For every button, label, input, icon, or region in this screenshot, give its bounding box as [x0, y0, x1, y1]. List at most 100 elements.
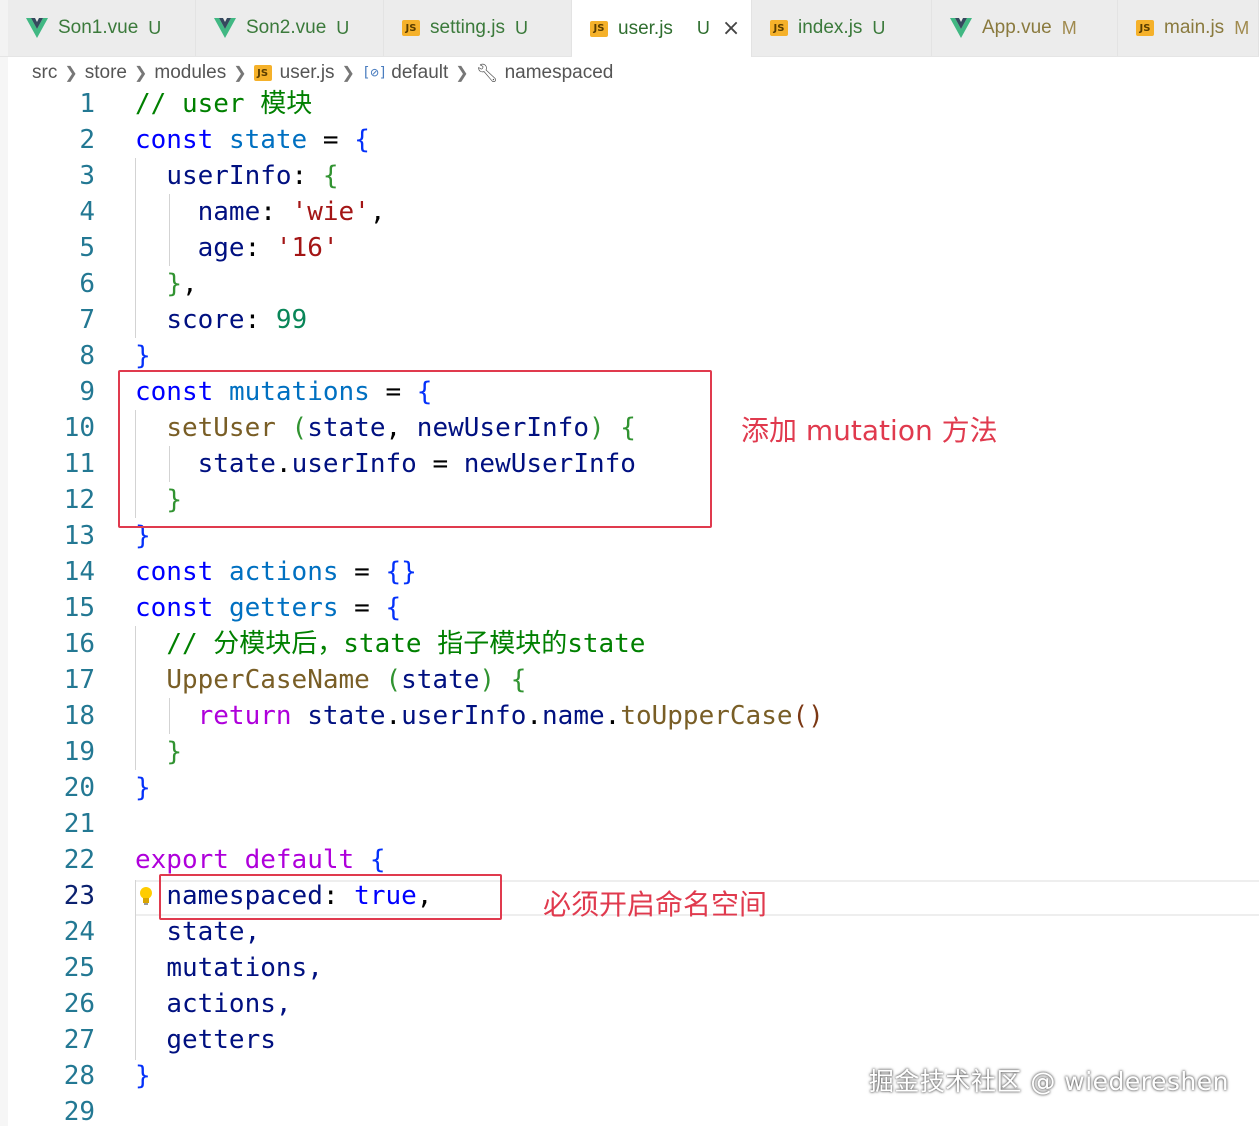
punctuation: .	[604, 701, 621, 731]
line-number: 19	[63, 737, 95, 767]
bracket: {	[369, 845, 386, 875]
punctuation: .	[526, 701, 543, 731]
code-line: 4 name: 'wie',	[0, 194, 1259, 230]
line-number: 17	[63, 665, 95, 695]
punctuation: :	[260, 197, 276, 227]
git-status-badge: U	[336, 17, 350, 38]
breadcrumb-file[interactable]: JS user.js	[253, 62, 335, 84]
breadcrumb: src ❯ store ❯ modules ❯ JS user.js ❯ [⊘]…	[32, 58, 613, 88]
code-line: 7 score: 99	[0, 302, 1259, 338]
tab-son2-vue[interactable]: Son2.vue U	[196, 0, 384, 56]
js-icon: JS	[253, 65, 272, 81]
line-number: 4	[79, 197, 95, 227]
tab-label: setting.js	[430, 17, 505, 38]
bracket: )	[479, 665, 496, 695]
line-number: 16	[63, 629, 95, 659]
git-status-badge: U	[872, 17, 886, 38]
code-line: 21	[0, 806, 1259, 842]
mutations-highlight-box	[118, 370, 712, 528]
line-number: 7	[79, 305, 95, 335]
punctuation: ,	[369, 197, 386, 227]
parameter: state	[401, 665, 480, 695]
line-number: 12	[63, 485, 95, 515]
property: name	[197, 197, 261, 227]
tab-app-vue[interactable]: App.vue M	[932, 0, 1118, 56]
line-number: 8	[79, 341, 95, 371]
code-line: 19 }	[0, 734, 1259, 770]
bracket: }	[166, 737, 182, 767]
code-line: 6 },	[0, 266, 1259, 302]
code-line: 1 // user 模块	[0, 86, 1259, 122]
chevron-right-icon: ❯	[455, 65, 469, 82]
code-line: 18 return state.userInfo.name.toUpperCas…	[0, 698, 1259, 734]
line-number: 24	[63, 917, 95, 947]
punctuation: :	[244, 233, 261, 263]
git-status-badge: M	[1061, 17, 1077, 38]
tab-index-js[interactable]: JS index.js U	[752, 0, 932, 56]
line-number: 22	[63, 845, 95, 875]
git-status-badge: U	[696, 18, 710, 38]
identifier: getters	[228, 593, 339, 623]
function-name: UpperCaseName	[166, 665, 370, 695]
line-number: 23	[63, 881, 95, 911]
namespaced-highlight-box	[159, 874, 502, 920]
breadcrumb-modules[interactable]: modules	[154, 62, 226, 84]
breadcrumb-src[interactable]: src	[32, 62, 57, 84]
watermark: 掘金技术社区 @ wiedereshen	[868, 1067, 1229, 1096]
comment: // 分模块后，state 指子模块的state	[166, 629, 646, 659]
property: userInfo	[401, 701, 527, 731]
identifier: actions,	[166, 989, 292, 1019]
tab-main-js[interactable]: JS main.js M	[1118, 0, 1259, 56]
code-line: 26 actions,	[0, 986, 1259, 1022]
identifier: actions	[228, 557, 339, 587]
bracket: ()	[792, 701, 824, 731]
code-line: 5 age: '16'	[0, 230, 1259, 266]
git-status-badge: U	[514, 17, 528, 38]
tab-label: App.vue	[982, 17, 1052, 38]
code-line: 20}	[0, 770, 1259, 806]
operator: =	[354, 557, 370, 587]
git-status-badge: U	[148, 17, 162, 38]
tab-label: Son2.vue	[246, 17, 327, 38]
code-line: 14 const actions = {}	[0, 554, 1259, 590]
breadcrumb-store[interactable]: store	[85, 62, 127, 84]
keyword: const	[135, 125, 214, 155]
code-line: 29	[0, 1094, 1259, 1130]
keyword: default	[244, 845, 355, 875]
line-number: 13	[63, 521, 95, 551]
code-line: 3 userInfo: {	[0, 158, 1259, 194]
breadcrumb-default[interactable]: [⊘] default	[362, 62, 448, 84]
tab-label: user.js	[618, 17, 673, 39]
line-number: 29	[63, 1097, 95, 1127]
lightbulb-icon[interactable]	[139, 886, 153, 910]
line-number: 28	[63, 1061, 95, 1091]
code-line: 2 const state = {	[0, 122, 1259, 158]
tab-setting-js[interactable]: JS setting.js U	[384, 0, 572, 56]
property: name	[542, 701, 605, 731]
operator: =	[322, 125, 339, 155]
property: age	[197, 233, 245, 263]
code-line: 16 // 分模块后，state 指子模块的state	[0, 626, 1259, 662]
line-number: 20	[63, 773, 95, 803]
vue-icon	[214, 18, 236, 38]
breadcrumb-default-label: default	[391, 62, 449, 83]
identifier: getters	[166, 1025, 276, 1055]
tab-user-js[interactable]: JS user.js U ×	[572, 0, 752, 57]
code-editor[interactable]: 1 // user 模块 2 const state = { 3 userInfo:…	[0, 86, 1259, 1127]
identifier: mutations,	[166, 953, 323, 983]
bracket: }	[166, 269, 182, 299]
tab-son1-vue[interactable]: Son1.vue U	[8, 0, 196, 56]
chevron-right-icon: ❯	[341, 65, 355, 82]
line-number: 1	[79, 89, 95, 119]
js-icon: JS	[590, 20, 608, 37]
close-icon[interactable]: ×	[722, 16, 740, 41]
breadcrumb-namespaced[interactable]: 🔧︎ namespaced	[476, 62, 614, 84]
git-status-badge: M	[1234, 17, 1250, 38]
chevron-right-icon: ❯	[133, 65, 148, 82]
line-number: 5	[79, 233, 95, 263]
breadcrumb-file-label: user.js	[279, 62, 335, 83]
keyword: return	[197, 701, 292, 731]
line-number: 18	[63, 701, 95, 731]
mutation-annotation: 添加 mutation 方法	[741, 414, 998, 447]
bracket: }	[135, 1061, 151, 1091]
